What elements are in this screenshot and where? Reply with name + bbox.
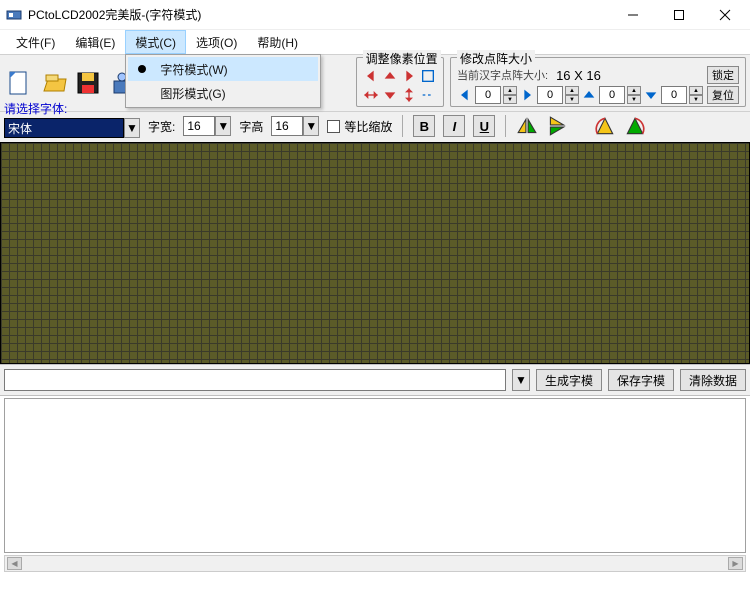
menu-options[interactable]: 选项(O)	[186, 30, 247, 54]
shrink-v-icon[interactable]	[401, 87, 417, 103]
char-text-input[interactable]	[4, 369, 506, 391]
underline-button[interactable]: U	[473, 115, 495, 137]
arrow-right-icon[interactable]	[401, 68, 417, 84]
current-size-label: 当前汉字点阵大小:	[457, 67, 548, 83]
square-icon[interactable]	[420, 68, 436, 84]
font-row: 请选择字体: ▼ 字宽: ▼ 字高 ▼ 等比缩放 B I U	[0, 112, 750, 142]
separator	[505, 115, 506, 137]
dot-matrix-group: 修改点阵大小 当前汉字点阵大小: 16 X 16 锁定 ▲▼ ▲▼ ▲▼	[450, 57, 746, 107]
chevron-down-icon[interactable]: ▼	[124, 118, 140, 138]
pixel-canvas[interactable]	[0, 142, 750, 364]
dot-matrix-label: 修改点阵大小	[457, 50, 535, 67]
bullet-icon	[138, 65, 146, 73]
bold-button[interactable]: B	[413, 115, 435, 137]
menu-help[interactable]: 帮助(H)	[247, 30, 308, 54]
char-width-combo[interactable]: ▼	[183, 116, 231, 136]
char-height-combo[interactable]: ▼	[271, 116, 319, 136]
chevron-down-icon[interactable]: ▼	[215, 116, 231, 136]
offset-a-spin[interactable]: ▲▼	[503, 86, 517, 104]
mode-dropdown: 字符模式(W) 图形模式(G)	[125, 54, 321, 108]
offset-c-input[interactable]	[599, 86, 625, 104]
offset-c-spin[interactable]: ▲▼	[627, 86, 641, 104]
horizontal-scrollbar[interactable]: ◀ ▶	[4, 555, 746, 572]
checkbox-box[interactable]	[327, 120, 340, 133]
chevron-down-icon[interactable]: ▼	[303, 116, 319, 136]
generate-button[interactable]: 生成字模	[536, 369, 602, 391]
rotate-right-icon[interactable]	[624, 115, 646, 137]
offset-d-spin[interactable]: ▲▼	[689, 86, 703, 104]
open-file-icon[interactable]	[38, 67, 70, 99]
arrow-left-icon[interactable]	[363, 68, 379, 84]
scale-checkbox[interactable]: 等比缩放	[327, 118, 392, 135]
maximize-button[interactable]	[656, 0, 702, 30]
mode-graphic-label: 图形模式(G)	[160, 85, 225, 102]
offset-b-input[interactable]	[537, 86, 563, 104]
window-title: PCtoLCD2002完美版-(字符模式)	[28, 6, 610, 23]
separator	[402, 115, 403, 137]
rotate-left-icon[interactable]	[594, 115, 616, 137]
save-font-button[interactable]: 保存字模	[608, 369, 674, 391]
minimize-button[interactable]	[610, 0, 656, 30]
char-width-input[interactable]	[183, 116, 215, 136]
offset-up-icon	[581, 87, 597, 103]
char-height-input[interactable]	[271, 116, 303, 136]
save-file-icon[interactable]	[72, 67, 104, 99]
menu-edit[interactable]: 编辑(E)	[65, 30, 125, 54]
font-input[interactable]	[4, 118, 124, 138]
current-size-value: 16 X 16	[556, 68, 601, 83]
scale-checkbox-label: 等比缩放	[344, 118, 392, 135]
flip-v-icon[interactable]	[546, 115, 568, 137]
offset-right-icon	[519, 87, 535, 103]
reset-button[interactable]: 复位	[707, 86, 739, 104]
char-text-dropdown[interactable]: ▼	[512, 369, 530, 391]
mode-dropdown-graphic[interactable]: 图形模式(G)	[128, 81, 318, 105]
output-textarea[interactable]	[4, 398, 746, 553]
offset-left-icon	[457, 87, 473, 103]
arrow-down-icon[interactable]	[382, 87, 398, 103]
flip-h-icon[interactable]	[516, 115, 538, 137]
pixel-pos-label: 调整像素位置	[363, 50, 441, 67]
menu-file[interactable]: 文件(F)	[6, 30, 65, 54]
arrow-up-icon[interactable]	[382, 68, 398, 84]
char-width-label: 字宽:	[148, 118, 175, 135]
offset-d-input[interactable]	[661, 86, 687, 104]
menu-mode[interactable]: 模式(C) 字符模式(W) 图形模式(G)	[125, 30, 186, 54]
scroll-right-icon[interactable]: ▶	[728, 557, 743, 570]
char-height-label: 字高	[239, 118, 263, 135]
italic-button[interactable]: I	[443, 115, 465, 137]
title-bar: PCtoLCD2002完美版-(字符模式)	[0, 0, 750, 30]
lock-button[interactable]: 锁定	[707, 66, 739, 84]
close-button[interactable]	[702, 0, 748, 30]
menu-mode-label: 模式(C)	[135, 34, 176, 51]
generate-row: ▼ 生成字模 保存字模 清除数据	[0, 364, 750, 396]
dash-icon[interactable]	[420, 87, 436, 103]
font-combo[interactable]: ▼	[4, 118, 140, 138]
offset-a-input[interactable]	[475, 86, 501, 104]
clear-data-button[interactable]: 清除数据	[680, 369, 746, 391]
font-prompt-label: 请选择字体:	[4, 100, 140, 117]
shrink-h-icon[interactable]	[363, 87, 379, 103]
offset-down-icon	[643, 87, 659, 103]
app-icon	[6, 7, 22, 23]
mode-dropdown-char[interactable]: 字符模式(W)	[128, 57, 318, 81]
mode-char-label: 字符模式(W)	[160, 61, 227, 78]
pixel-position-group: 调整像素位置	[356, 57, 444, 107]
offset-b-spin[interactable]: ▲▼	[565, 86, 579, 104]
scroll-left-icon[interactable]: ◀	[7, 557, 22, 570]
new-file-icon[interactable]	[4, 67, 36, 99]
